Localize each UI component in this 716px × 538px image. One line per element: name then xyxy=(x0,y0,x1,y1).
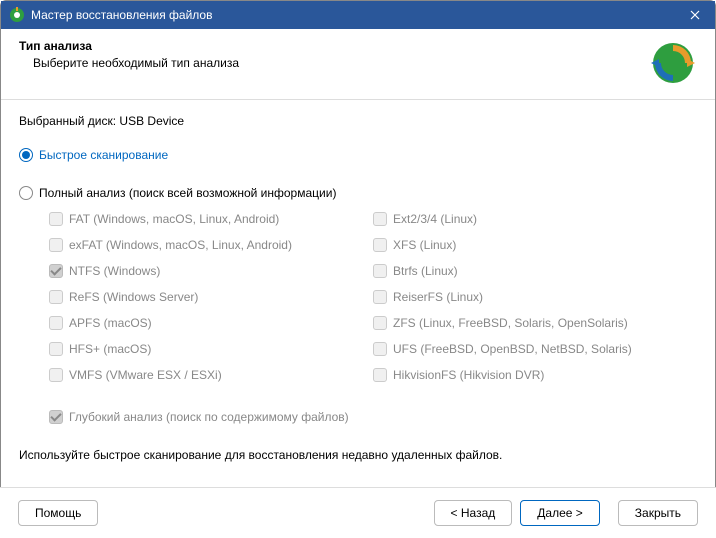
back-button[interactable]: < Назад xyxy=(434,500,513,526)
radio-quick-scan[interactable]: Быстрое сканирование xyxy=(19,148,697,162)
checkbox-icon xyxy=(49,238,63,252)
wizard-icon xyxy=(649,39,697,87)
checkbox-icon xyxy=(373,212,387,226)
checkbox-icon xyxy=(373,368,387,382)
selected-disk-value: USB Device xyxy=(119,114,184,128)
header-subtitle: Выберите необходимый тип анализа xyxy=(19,56,639,70)
wizard-footer: Помощь < Назад Далее > Закрыть xyxy=(0,487,716,538)
fs-zfs[interactable]: ZFS (Linux, FreeBSD, Solaris, OpenSolari… xyxy=(373,314,697,332)
checkbox-icon xyxy=(373,264,387,278)
checkbox-icon xyxy=(49,316,63,330)
radio-icon xyxy=(19,148,33,162)
checkbox-icon xyxy=(49,290,63,304)
filesystem-col-right: Ext2/3/4 (Linux) XFS (Linux) Btrfs (Linu… xyxy=(373,210,697,392)
radio-full-analysis[interactable]: Полный анализ (поиск всей возможной инфо… xyxy=(19,186,697,200)
checkbox-icon xyxy=(49,212,63,226)
deep-analysis-label: Глубокий анализ (поиск по содержимому фа… xyxy=(69,410,349,424)
close-button[interactable]: Закрыть xyxy=(618,500,698,526)
fs-hfs[interactable]: HFS+ (macOS) xyxy=(49,340,373,358)
checkbox-icon xyxy=(373,238,387,252)
fs-ext[interactable]: Ext2/3/4 (Linux) xyxy=(373,210,697,228)
checkbox-icon xyxy=(49,264,63,278)
window-title: Мастер восстановления файлов xyxy=(31,8,675,22)
fs-refs[interactable]: ReFS (Windows Server) xyxy=(49,288,373,306)
fs-ufs[interactable]: UFS (FreeBSD, OpenBSD, NetBSD, Solaris) xyxy=(373,340,697,358)
header-title: Тип анализа xyxy=(19,39,639,53)
selected-disk: Выбранный диск: USB Device xyxy=(19,114,697,128)
wizard-header: Тип анализа Выберите необходимый тип ана… xyxy=(1,29,715,100)
fs-hikvision[interactable]: HikvisionFS (Hikvision DVR) xyxy=(373,366,697,384)
checkbox-icon xyxy=(373,342,387,356)
radio-quick-label: Быстрое сканирование xyxy=(39,148,168,162)
close-icon[interactable] xyxy=(675,1,715,29)
fs-ntfs[interactable]: NTFS (Windows) xyxy=(49,262,373,280)
fs-apfs[interactable]: APFS (macOS) xyxy=(49,314,373,332)
fs-exfat[interactable]: exFAT (Windows, macOS, Linux, Android) xyxy=(49,236,373,254)
checkbox-icon xyxy=(373,290,387,304)
checkbox-icon xyxy=(49,410,63,424)
deep-analysis-checkbox[interactable]: Глубокий анализ (поиск по содержимому фа… xyxy=(19,410,697,424)
checkbox-icon xyxy=(373,316,387,330)
wizard-content: Выбранный диск: USB Device Быстрое скани… xyxy=(1,100,715,424)
fs-btrfs[interactable]: Btrfs (Linux) xyxy=(373,262,697,280)
next-button[interactable]: Далее > xyxy=(520,500,600,526)
fs-vmfs[interactable]: VMFS (VMware ESX / ESXi) xyxy=(49,366,373,384)
radio-full-label: Полный анализ (поиск всей возможной инфо… xyxy=(39,186,336,200)
checkbox-icon xyxy=(49,368,63,382)
filesystem-grid: FAT (Windows, macOS, Linux, Android) exF… xyxy=(19,210,697,392)
selected-disk-label: Выбранный диск: xyxy=(19,114,116,128)
filesystem-col-left: FAT (Windows, macOS, Linux, Android) exF… xyxy=(49,210,373,392)
fs-reiserfs[interactable]: ReiserFS (Linux) xyxy=(373,288,697,306)
app-icon xyxy=(9,7,25,23)
help-button[interactable]: Помощь xyxy=(18,500,98,526)
fs-xfs[interactable]: XFS (Linux) xyxy=(373,236,697,254)
checkbox-icon xyxy=(49,342,63,356)
radio-icon xyxy=(19,186,33,200)
fs-fat[interactable]: FAT (Windows, macOS, Linux, Android) xyxy=(49,210,373,228)
titlebar: Мастер восстановления файлов xyxy=(1,1,715,29)
hint-text: Используйте быстрое сканирование для вос… xyxy=(1,448,715,462)
